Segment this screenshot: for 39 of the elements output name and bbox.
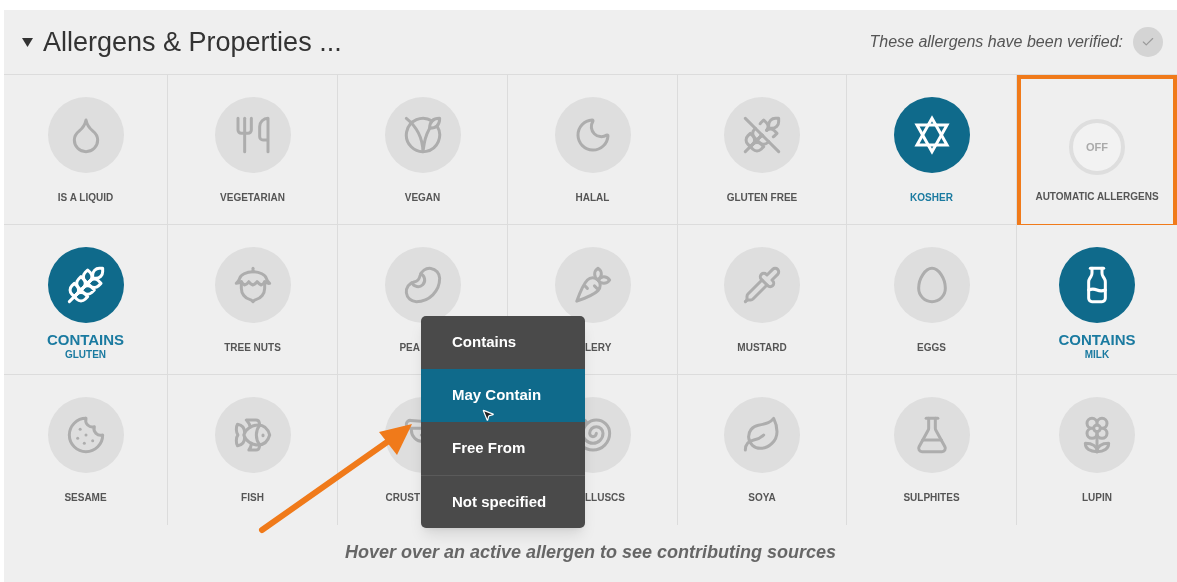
allergen-label: CRUST	[385, 490, 420, 505]
wheat-off-icon	[742, 115, 782, 155]
menu-item[interactable]: May Contain	[421, 369, 585, 422]
allergen-label: TREE NUTS	[224, 340, 281, 355]
allergen-label: IS A LIQUID	[57, 190, 114, 205]
allergen-label: MILK	[1084, 348, 1110, 362]
toggle-label: AUTOMATIC ALLERGENS	[1035, 190, 1159, 204]
allergen-label: VEGETARIAN	[220, 190, 285, 205]
menu-item[interactable]: Free From	[421, 422, 585, 475]
allergen-label: SESAME	[64, 490, 107, 505]
allergen-label: LUPIN	[1082, 490, 1112, 505]
star-icon	[911, 115, 952, 155]
cursor-icon	[481, 408, 495, 422]
allergen-label: EGGS	[917, 340, 946, 355]
contains-label: CONTAINS	[1058, 332, 1136, 347]
allergen-label: SULPHITES	[903, 490, 960, 505]
menu-item[interactable]: Contains	[421, 316, 585, 369]
collapse-icon[interactable]	[22, 37, 33, 47]
allergen-label: MUSTARD	[737, 340, 787, 355]
menu-item[interactable]: Not specified	[421, 475, 585, 528]
allergen-label: KOSHER	[910, 190, 953, 205]
wheat-icon	[65, 265, 106, 305]
verified-checkbox[interactable]	[1133, 27, 1163, 57]
sprout-icon	[402, 115, 443, 155]
nut-icon	[232, 265, 273, 305]
section-title: Allergens & Properties ...	[43, 25, 342, 59]
allergen-label: SOYA	[748, 490, 776, 505]
allergen-label: GLUTEN FREE	[726, 190, 798, 205]
allergen-label: LLUSCS	[585, 490, 625, 505]
check-icon	[1141, 35, 1155, 49]
allergen-label: GLUTEN	[64, 348, 107, 362]
allergen-label: LERY	[585, 340, 612, 355]
verified-text: These allergens have been verified:	[869, 32, 1123, 52]
hint-text: Hover over an active allergen to see contributing sources	[344, 541, 837, 564]
allergen-label: HALAL	[575, 190, 610, 205]
contains-label: CONTAINS	[46, 332, 125, 347]
allergen-label: PEA	[399, 340, 420, 355]
allergen-label: FISH	[241, 490, 264, 505]
allergen-label: VEGAN	[404, 190, 441, 205]
